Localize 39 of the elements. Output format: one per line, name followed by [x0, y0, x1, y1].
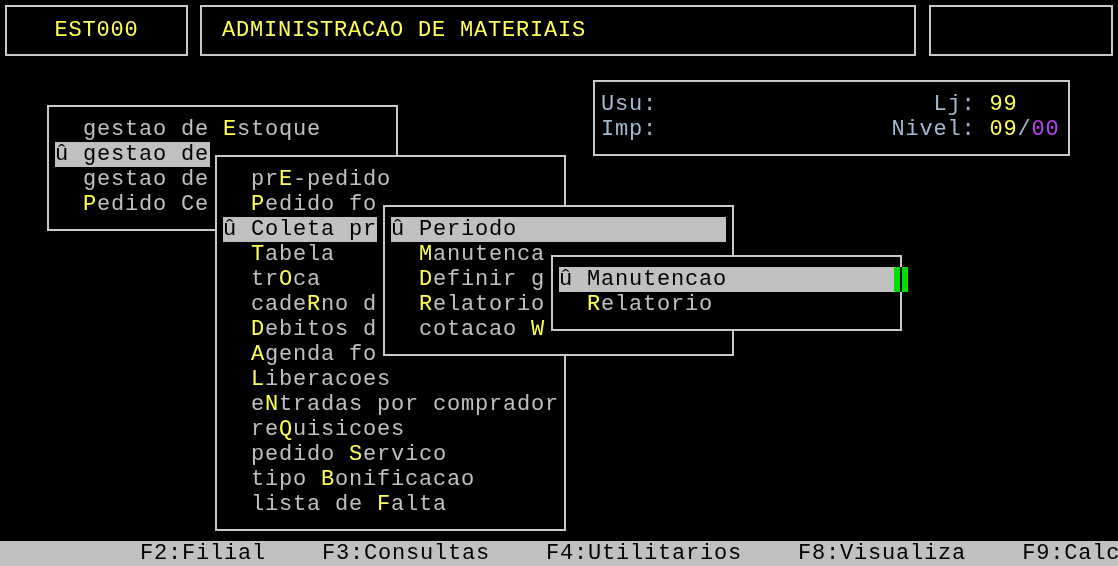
- menu-item[interactable]: Manutenca: [391, 242, 546, 267]
- menu-item[interactable]: Pedido fo: [223, 192, 378, 217]
- menu-item[interactable]: prE-pedido: [223, 167, 392, 192]
- menu-item[interactable]: û Manutencao: [559, 267, 894, 292]
- function-key[interactable]: F3:Consultas: [322, 541, 491, 566]
- info-label: Lj:: [932, 92, 977, 117]
- menu-item[interactable]: tipo Bonificacao: [223, 467, 476, 492]
- menu-item[interactable]: Liberacoes: [223, 367, 392, 392]
- menu-item[interactable]: û Coleta pr: [223, 217, 377, 242]
- menu-item[interactable]: Tabela: [223, 242, 336, 267]
- menu-item[interactable]: Definir g: [391, 267, 546, 292]
- menu-item[interactable]: û gestao de: [55, 142, 210, 167]
- menu-item[interactable]: eNtradas por comprador: [223, 392, 560, 417]
- info-label: Usu:: [601, 92, 657, 117]
- menu-item[interactable]: reQuisicoes: [223, 417, 406, 442]
- info-label: Nivel:: [891, 117, 977, 142]
- menu-item[interactable]: Agenda fo: [223, 342, 378, 367]
- info-value: 09/00: [989, 117, 1061, 142]
- menu-item[interactable]: gestao de Estoque: [55, 117, 322, 142]
- menu-item[interactable]: pedido Servico: [223, 442, 448, 467]
- menu-item[interactable]: Relatorio: [391, 292, 546, 317]
- function-key[interactable]: F2:Filial: [140, 541, 267, 566]
- menu-item[interactable]: cadeRno d: [223, 292, 378, 317]
- function-key[interactable]: F8:Visualiza: [798, 541, 967, 566]
- menu-item[interactable]: Debitos d: [223, 317, 378, 342]
- menu-item[interactable]: cotacao W: [391, 317, 546, 342]
- menu-item[interactable]: û Periodo: [391, 217, 726, 242]
- function-key[interactable]: F4:Utilitarios: [546, 541, 743, 566]
- menu-item[interactable]: Pedido Ce: [55, 192, 210, 217]
- menu-item[interactable]: trOca: [223, 267, 322, 292]
- system-title: ADMINISTRACAO DE MATERIAIS: [222, 18, 587, 43]
- menu-item[interactable]: lista de Falta: [223, 492, 448, 517]
- menu-item[interactable]: gestao de: [55, 167, 210, 192]
- info-label: Imp:: [601, 117, 657, 142]
- program-code: EST000: [54, 18, 139, 43]
- menu-item[interactable]: Relatorio: [559, 292, 714, 317]
- function-key[interactable]: F9:Calc: [1022, 541, 1118, 566]
- info-value: 99: [989, 92, 1019, 117]
- cursor-icon: [894, 267, 908, 292]
